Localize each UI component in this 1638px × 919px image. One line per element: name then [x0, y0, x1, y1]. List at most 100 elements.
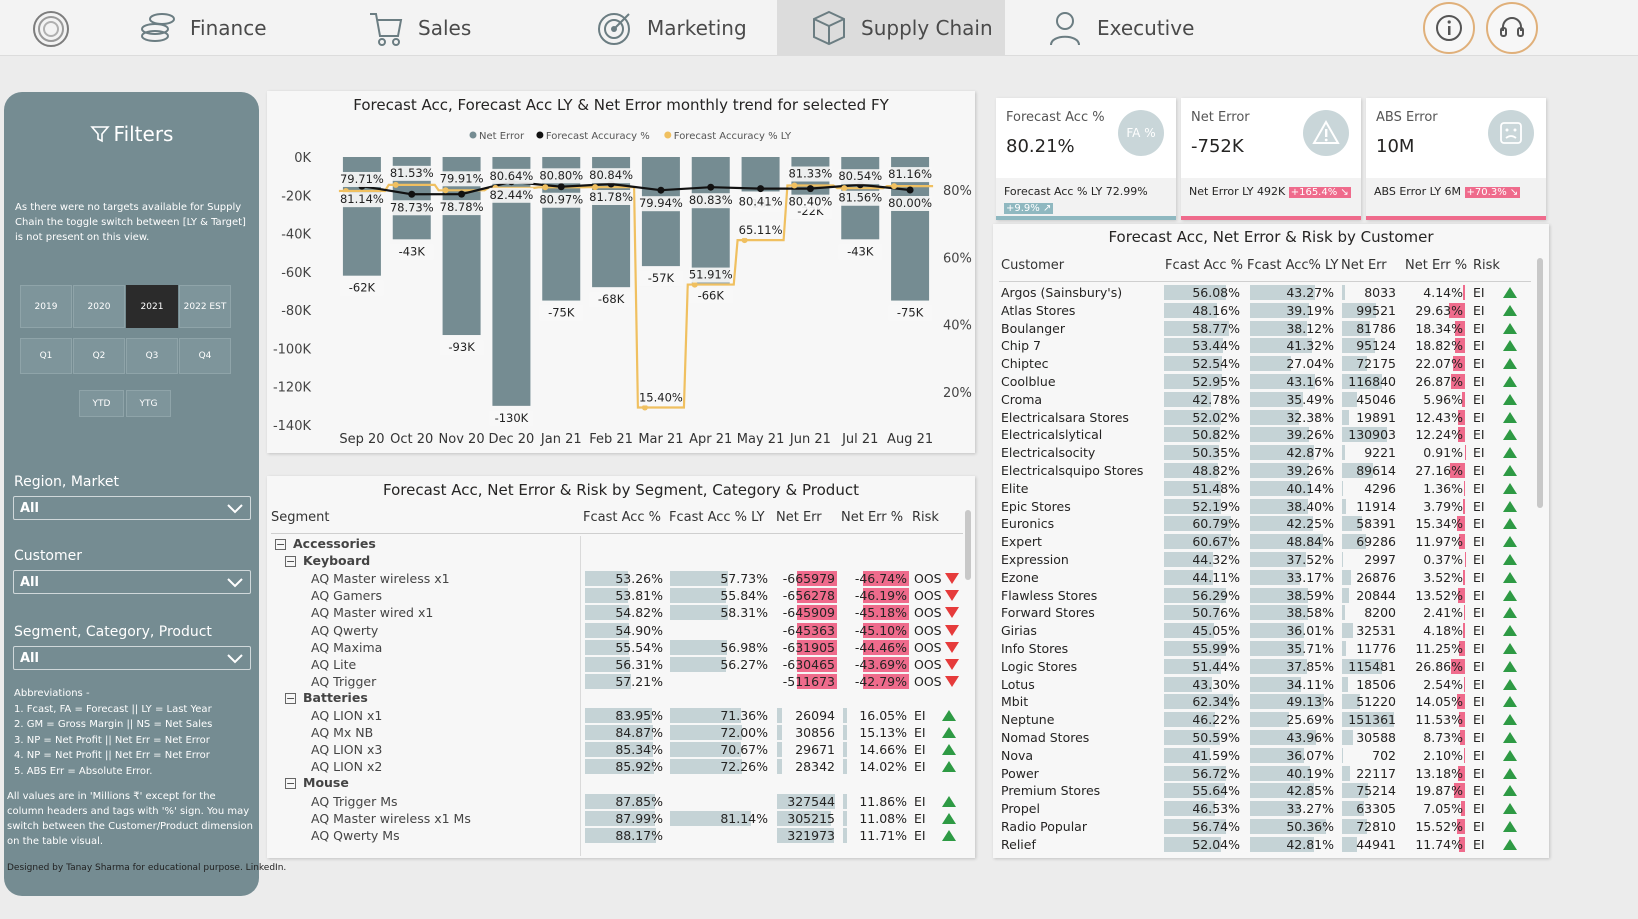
collapse-icon[interactable]: − — [285, 778, 296, 790]
column-header[interactable]: Fcast Acc % — [583, 510, 661, 525]
table-row[interactable]: Coolblue 52.95% 43.16% 116840 26.87% EI — [999, 373, 1531, 390]
column-header[interactable]: Risk — [1473, 258, 1500, 273]
table-row[interactable]: Expert 60.67% 48.84% 69286 11.97% EI — [999, 533, 1531, 550]
tab-marketing[interactable]: Marketing — [585, 0, 785, 56]
table-row[interactable]: AQ Trigger 57.21% -511673 -42.79% OOS — [271, 673, 963, 690]
table-row[interactable]: Girias 45.05% 36.01% 32531 4.18% EI — [999, 622, 1531, 639]
table-row[interactable]: Flawless Stores 56.29% 38.59% 20844 13.52% EI — [999, 587, 1531, 604]
legend-item[interactable]: Forecast Accuracy % — [536, 131, 650, 142]
app-logo-icon[interactable] — [30, 8, 72, 50]
table-row[interactable]: AQ Master wired x1 54.82% 58.31% -645909 -45… — [271, 604, 963, 621]
table-row[interactable]: Electricalslytical 50.82% 39.26% 130903 12.2… — [999, 426, 1531, 443]
table-row[interactable]: AQ Gamers 53.81% 55.84% -656278 -46.19% OOS — [271, 587, 963, 604]
period-button-ytd[interactable]: YTD — [79, 390, 124, 417]
tab-finance[interactable]: Finance — [128, 0, 328, 56]
segment-select[interactable]: All — [13, 646, 251, 670]
year-button-2022-est[interactable]: 2022 EST — [179, 285, 231, 328]
table-row[interactable]: Premium Stores 55.64% 42.85% 75214 19.87% EI — [999, 782, 1531, 799]
net-error-bar[interactable] — [691, 157, 730, 284]
table-row[interactable]: Elite 51.48% 40.14% 4296 1.36% EI — [999, 480, 1531, 497]
table-row[interactable]: Croma 42.78% 35.49% 45046 5.96% EI — [999, 391, 1531, 408]
legend-item[interactable]: Net Error — [469, 131, 525, 142]
forecast-acc-point[interactable] — [657, 186, 665, 194]
net-error-bar[interactable] — [641, 157, 680, 267]
segment-table-scrollbar[interactable] — [965, 510, 971, 580]
table-row[interactable]: Electricalsquipo Stores 48.82% 39.26% 89614… — [999, 462, 1531, 479]
forecast-acc-ly-point[interactable] — [791, 182, 798, 189]
table-row[interactable]: AQ Master wireless x1 Ms 87.99% 81.14% 3052… — [271, 810, 963, 827]
period-button-ytg[interactable]: YTG — [126, 390, 171, 417]
tab-executive[interactable]: Executive — [1005, 0, 1233, 56]
table-row[interactable]: Expression 44.32% 37.52% 2997 0.37% EI — [999, 551, 1531, 568]
legend-item[interactable]: Forecast Accuracy % LY — [664, 131, 792, 142]
quarter-button-q2[interactable]: Q2 — [73, 338, 125, 374]
table-row[interactable]: Boulanger 58.77% 38.12% 81786 18.34% EI — [999, 320, 1531, 337]
table-row[interactable]: Ezone 44.11% 33.17% 26876 3.52% EI — [999, 569, 1531, 586]
forecast-acc-ly-point[interactable] — [392, 181, 399, 188]
table-row[interactable]: Radio Popular 56.74% 50.36% 72810 15.52% EI — [999, 818, 1531, 835]
table-row[interactable]: Euronics 60.79% 42.25% 58391 15.34% EI — [999, 515, 1531, 532]
quarter-button-q4[interactable]: Q4 — [179, 338, 231, 374]
year-button-2019[interactable]: 2019 — [20, 285, 72, 328]
tab-supply-chain[interactable]: Supply Chain — [777, 0, 1005, 56]
forecast-acc-point[interactable] — [906, 186, 914, 194]
segment-table[interactable]: Segment Fcast Acc % Fcast Acc % LY Net Err N… — [271, 506, 963, 856]
forecast-acc-point[interactable] — [557, 183, 565, 191]
table-row[interactable]: Info Stores 55.99% 35.71% 11776 11.25% EI — [999, 640, 1531, 657]
table-row[interactable]: Chip 7 53.44% 41.32% 95124 18.82% EI — [999, 337, 1531, 354]
table-row[interactable]: AQ Trigger Ms 87.85% 327544 11.86% EI — [271, 793, 963, 810]
table-row[interactable]: Power 56.72% 40.19% 22117 13.18% EI — [999, 765, 1531, 782]
table-row[interactable]: AQ LION x3 85.34% 70.67% 29671 14.66% EI — [271, 741, 963, 758]
column-header[interactable]: Net Err % — [841, 510, 903, 525]
table-row[interactable]: − Mouse — [271, 775, 963, 792]
customer-select[interactable]: All — [13, 570, 251, 594]
table-row[interactable]: Propel 46.53% 33.27% 63305 7.05% EI — [999, 800, 1531, 817]
forecast-acc-ly-point[interactable] — [442, 187, 449, 194]
table-row[interactable]: Nomad Stores 50.59% 43.96% 30588 8.73% EI — [999, 729, 1531, 746]
column-header[interactable]: Segment — [271, 510, 330, 525]
quarter-button-q1[interactable]: Q1 — [20, 338, 72, 374]
table-row[interactable]: Electricalsara Stores 52.02% 32.38% 19891 12… — [999, 409, 1531, 426]
forecast-acc-ly-point[interactable] — [891, 183, 898, 190]
column-header[interactable]: Customer — [1001, 258, 1064, 273]
column-header[interactable]: Risk — [912, 510, 939, 525]
year-button-2020[interactable]: 2020 — [73, 285, 125, 328]
table-row[interactable]: − Accessories — [271, 536, 963, 553]
table-row[interactable]: Argos (Sainsbury's) 56.08% 43.27% 8033 4.14%… — [999, 284, 1531, 301]
column-header[interactable]: Net Err — [776, 510, 822, 525]
forecast-acc-point[interactable] — [806, 185, 814, 193]
table-row[interactable]: − Keyboard — [271, 553, 963, 570]
column-header[interactable]: Fcast Acc % — [1165, 258, 1243, 273]
collapse-icon[interactable]: − — [285, 556, 296, 568]
forecast-acc-point[interactable] — [408, 190, 416, 198]
table-row[interactable]: Electricalsocity 50.35% 42.87% 9221 0.91% EI — [999, 444, 1531, 461]
forecast-acc-point[interactable] — [757, 185, 765, 193]
collapse-icon[interactable]: − — [275, 539, 286, 550]
table-row[interactable]: AQ Qwerty 54.90% -645363 -45.10% OOS — [271, 622, 963, 639]
forecast-acc-point[interactable] — [458, 190, 466, 198]
table-row[interactable]: AQ Mx NB 84.87% 72.00% 30856 15.13% EI — [271, 724, 963, 741]
column-header[interactable]: Net Err — [1341, 258, 1387, 273]
table-row[interactable]: AQ Master wireless x1 53.26% 57.73% -665979… — [271, 570, 963, 587]
table-row[interactable]: AQ Lite 56.31% 56.27% -630465 -43.69% OOS — [271, 656, 963, 673]
table-row[interactable]: − Batteries — [271, 690, 963, 707]
table-row[interactable]: Logic Stores 51.44% 37.85% 115481 26.86% EI — [999, 658, 1531, 675]
customer-table-scrollbar[interactable] — [1537, 258, 1543, 508]
tab-sales[interactable]: Sales — [356, 0, 556, 56]
table-row[interactable]: Nova 41.59% 36.07% 702 2.10% EI — [999, 747, 1531, 764]
collapse-icon[interactable]: − — [285, 692, 296, 704]
table-row[interactable]: Relief 52.04% 42.81% 44941 11.74% EI — [999, 836, 1531, 853]
column-header[interactable]: Net Err % — [1405, 258, 1467, 273]
table-row[interactable]: Forward Stores 50.76% 38.58% 8200 2.41% EI — [999, 604, 1531, 621]
customer-table[interactable]: Customer Fcast Acc % Fcast Acc% LY Net Err N… — [999, 254, 1531, 856]
table-row[interactable]: AQ Maxima 55.54% 56.98% -631905 -44.46% OOS — [271, 639, 963, 656]
column-header[interactable]: Fcast Acc% LY — [1247, 258, 1339, 273]
year-button-2021[interactable]: 2021 — [126, 285, 178, 328]
table-row[interactable]: Lotus 43.30% 34.11% 18506 2.54% EI — [999, 676, 1531, 693]
table-row[interactable]: Chiptec 52.54% 27.04% 72175 22.07% EI — [999, 355, 1531, 372]
table-row[interactable]: Neptune 46.22% 25.69% 151361 11.53% EI — [999, 711, 1531, 728]
table-row[interactable]: Atlas Stores 48.16% 39.19% 99521 29.63% EI — [999, 302, 1531, 319]
region-select[interactable]: All — [13, 496, 251, 520]
forecast-acc-point[interactable] — [707, 183, 715, 191]
forecast-acc-ly-point[interactable] — [542, 184, 549, 191]
